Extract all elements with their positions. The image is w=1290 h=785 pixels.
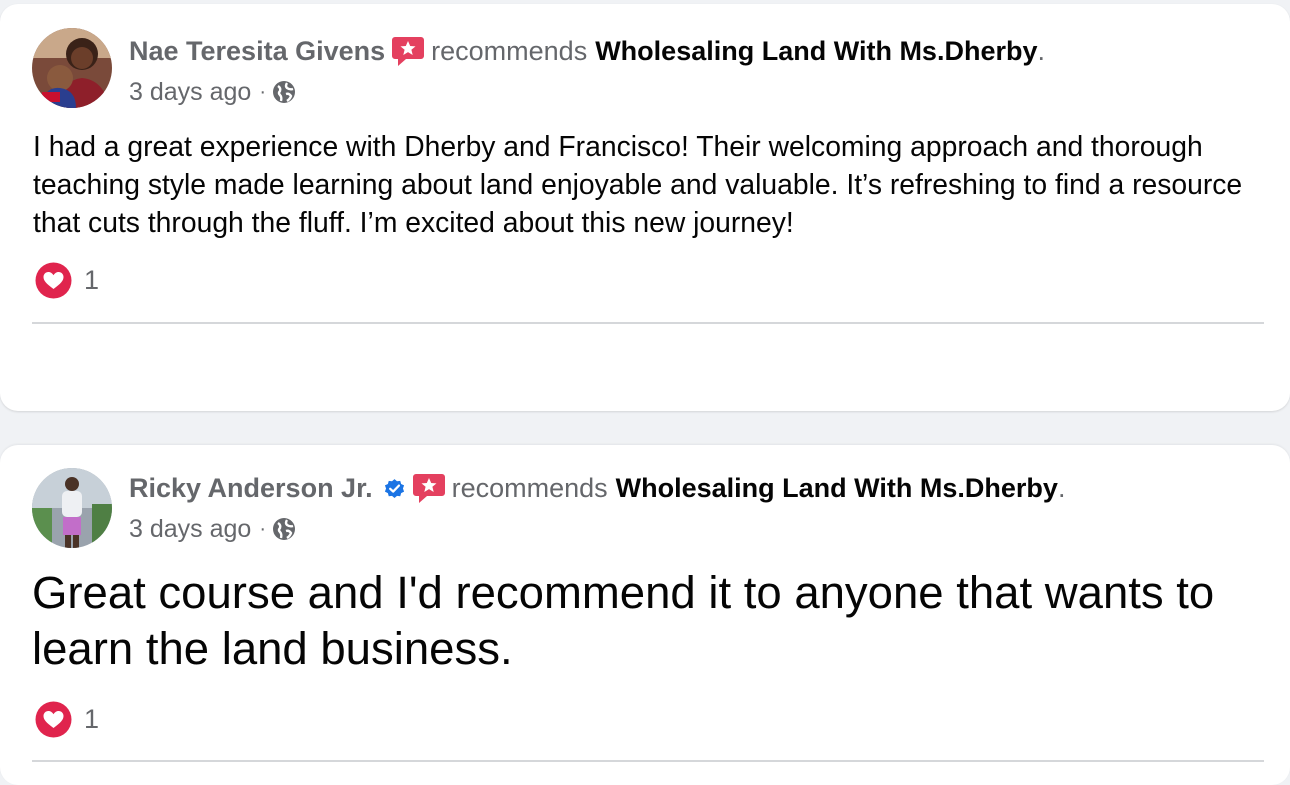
- reaction-summary[interactable]: 1: [35, 261, 99, 299]
- recommendation-card: Nae Teresita Givens recommends Wholesali…: [0, 4, 1290, 411]
- post-meta: 3 days ago ·: [129, 514, 296, 544]
- recommends-label: recommends: [451, 472, 608, 503]
- heart-icon: [35, 262, 72, 298]
- recommends-label: recommends: [431, 35, 588, 66]
- divider: [32, 322, 1264, 324]
- heart-icon: [35, 701, 72, 737]
- post-meta: 3 days ago ·: [129, 77, 296, 107]
- author-name[interactable]: Nae Teresita Givens: [129, 36, 385, 67]
- end-period: .: [1037, 35, 1045, 66]
- page-name-link[interactable]: Wholesaling Land With Ms.Dherby: [616, 473, 1058, 504]
- globe-icon[interactable]: [272, 80, 296, 104]
- post-header: Ricky Anderson Jr. recommends Wholesalin…: [129, 471, 1065, 505]
- meta-separator: ·: [259, 517, 266, 540]
- meta-separator: ·: [259, 80, 266, 103]
- avatar[interactable]: [32, 28, 112, 108]
- post-timestamp[interactable]: 3 days ago: [129, 78, 251, 107]
- reaction-count: 1: [84, 703, 100, 734]
- end-period: .: [1057, 472, 1066, 503]
- post-timestamp[interactable]: 3 days ago: [129, 515, 251, 544]
- avatar-photo: [32, 28, 112, 108]
- post-header: Nae Teresita Givens recommends Wholesali…: [129, 34, 1045, 68]
- author-name[interactable]: Ricky Anderson Jr.: [129, 473, 373, 504]
- post-text: I had a great experience with Dherby and…: [33, 130, 1243, 238]
- verified-badge-icon: [384, 478, 404, 498]
- page-name-link[interactable]: Wholesaling Land With Ms.Dherby: [595, 36, 1037, 67]
- post-text: Great course and I'd recommend it to any…: [32, 567, 1215, 674]
- reaction-count: 1: [84, 264, 100, 295]
- reaction-summary[interactable]: 1: [35, 700, 99, 738]
- avatar-photo: [32, 468, 112, 548]
- globe-icon[interactable]: [272, 517, 296, 541]
- recommendation-card: Ricky Anderson Jr. recommends Wholesalin…: [0, 445, 1290, 785]
- recommendation-star-icon: [412, 474, 445, 503]
- recommendation-star-icon: [392, 37, 425, 66]
- avatar[interactable]: [32, 468, 112, 548]
- divider: [32, 760, 1264, 762]
